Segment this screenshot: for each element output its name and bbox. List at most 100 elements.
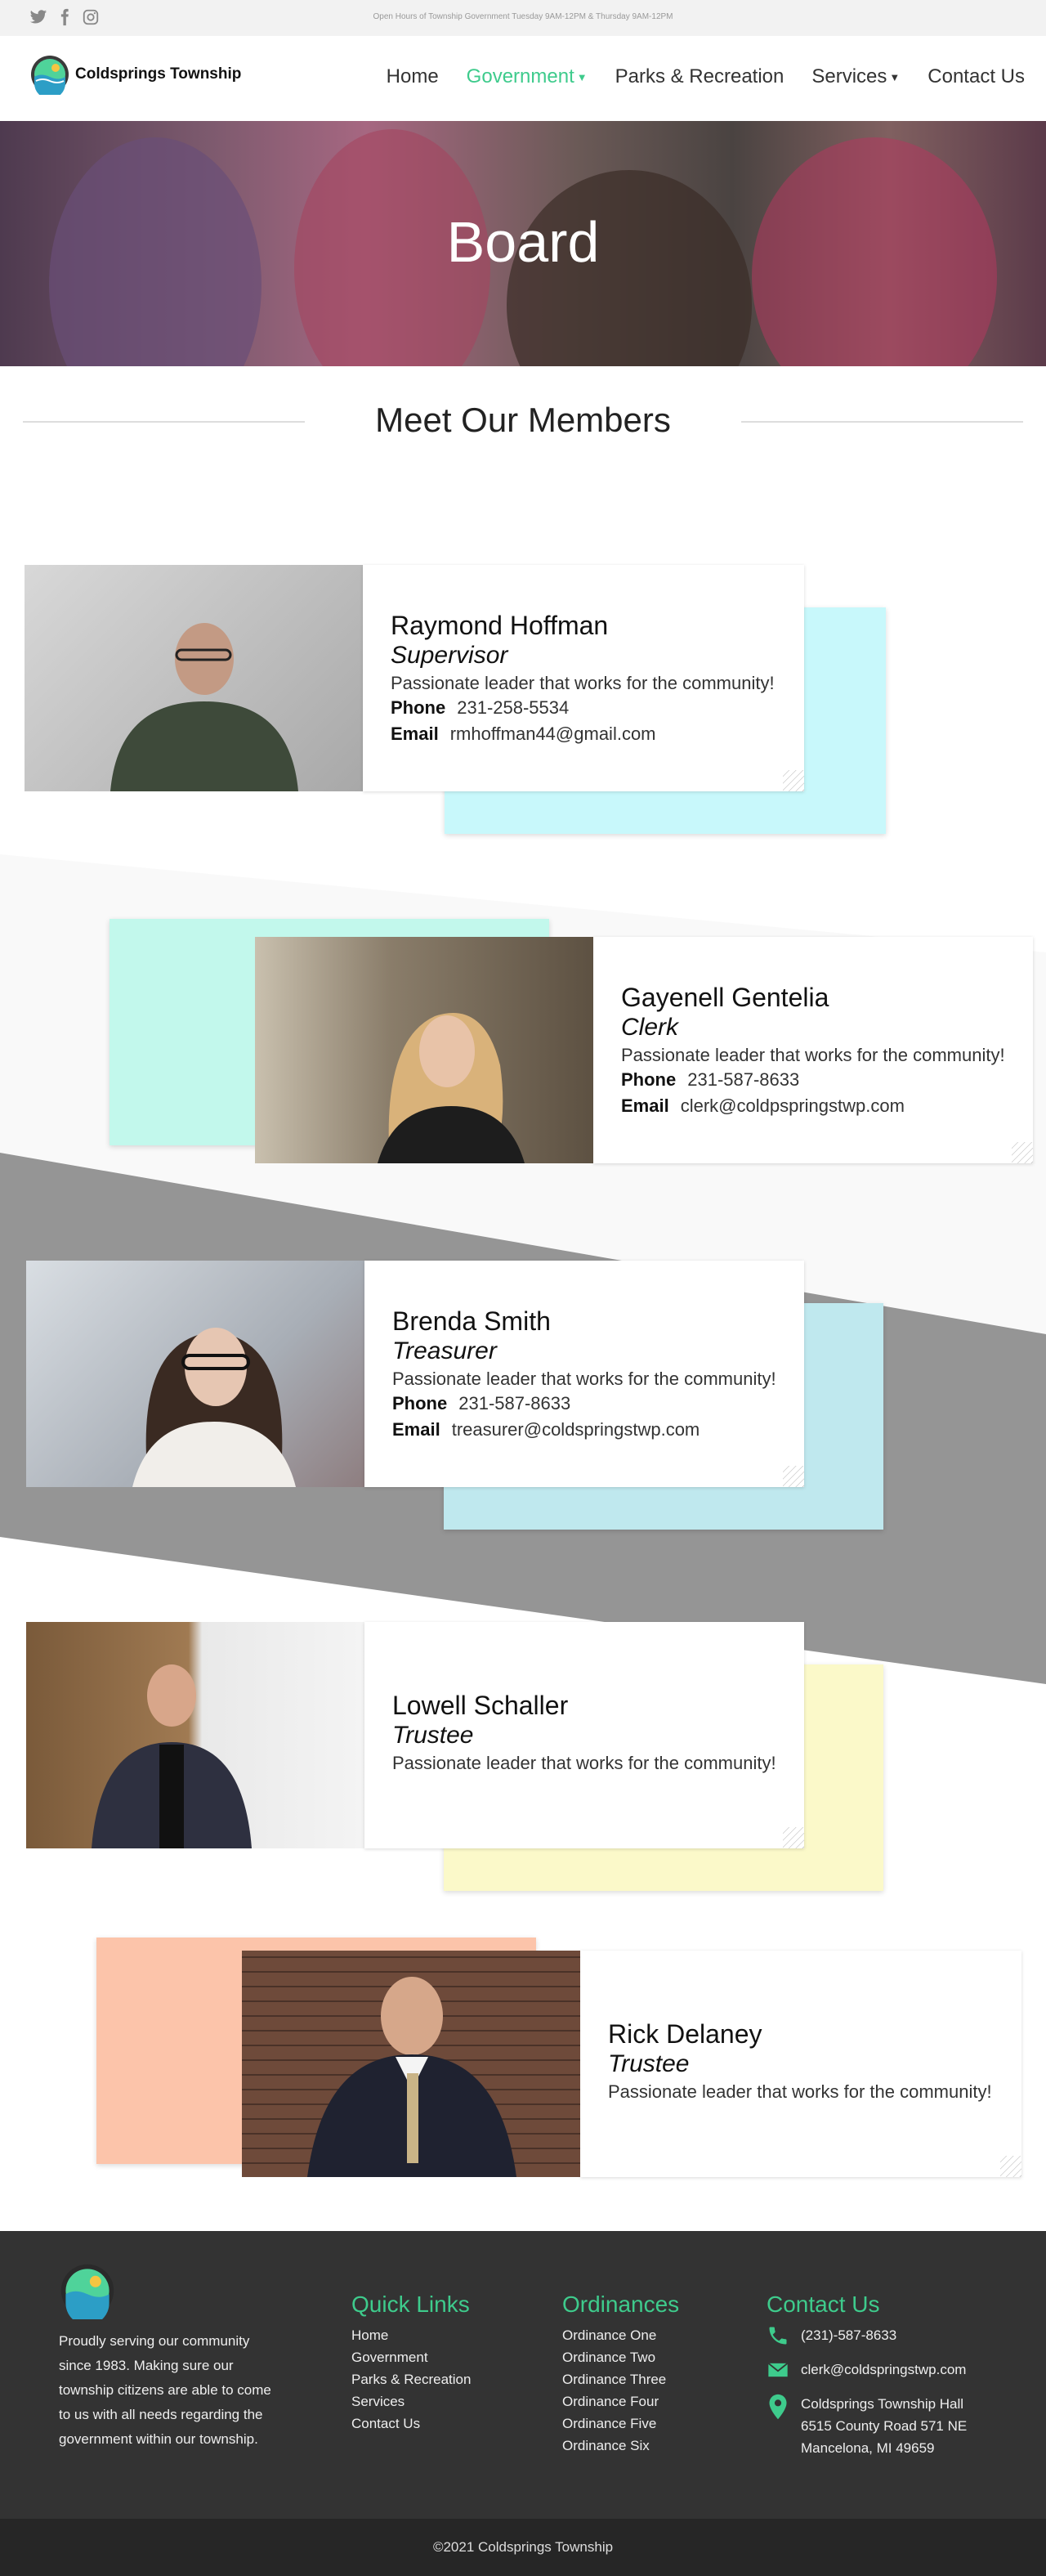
member-name: Lowell Schaller [392, 1691, 569, 1720]
member-role: Supervisor [391, 642, 508, 669]
member-email: Email clerk@coldpspringstwp.com [621, 1095, 905, 1117]
footer-ordinances: Ordinances Ordinance One Ordinance Two O… [562, 2292, 679, 2457]
member-photo [25, 565, 363, 791]
footer-logo-icon [60, 2264, 114, 2319]
site-footer: Proudly serving our community since 1983… [0, 2231, 1046, 2519]
email-value[interactable]: rmhoffman44@gmail.com [450, 724, 656, 744]
section-heading: Meet Our Members [0, 392, 1046, 450]
footer-address-row: Coldsprings Township Hall 6515 County Ro… [767, 2393, 967, 2459]
member-info: Raymond Hoffman Supervisor Passionate le… [363, 565, 804, 791]
township-logo-icon [31, 56, 69, 95]
member-info: Brenda Smith Treasurer Passionate leader… [364, 1261, 804, 1487]
member-info: Rick Delaney Trustee Passionate leader t… [580, 1951, 1021, 2177]
phone-label: Phone [621, 1069, 677, 1090]
footer-about-text: Proudly serving our community since 1983… [59, 2333, 271, 2447]
nav-contact-us[interactable]: Contact Us [928, 65, 1025, 88]
card-corner-decoration [783, 770, 804, 791]
open-hours-text: Open Hours of Township Government Tuesda… [373, 12, 673, 21]
site-logo[interactable]: Coldsprings Township [29, 54, 241, 95]
top-bar: Open Hours of Township Government Tuesda… [0, 0, 1046, 36]
member-role: Treasurer [392, 1337, 497, 1364]
member-photo [26, 1622, 364, 1848]
nav-home[interactable]: Home [387, 65, 439, 88]
footer-link-parks-recreation[interactable]: Parks & Recreation [351, 2368, 471, 2390]
member-info: Lowell Schaller Trustee Passionate leade… [364, 1622, 804, 1848]
card-corner-decoration [1012, 1142, 1033, 1163]
card-corner-decoration [783, 1466, 804, 1487]
footer-address: Coldsprings Township Hall 6515 County Ro… [801, 2393, 967, 2459]
member-phone: Phone 231-587-8633 [392, 1393, 570, 1414]
copyright-text: ©2021 Coldsprings Township [432, 2539, 614, 2555]
footer-link-services[interactable]: Services [351, 2390, 471, 2412]
email-value[interactable]: clerk@coldpspringstwp.com [681, 1095, 905, 1116]
footer-link-government[interactable]: Government [351, 2346, 471, 2368]
phone-value[interactable]: 231-258-5534 [457, 697, 569, 718]
member-description: Passionate leader that works for the com… [391, 673, 775, 693]
member-email: Email treasurer@coldspringstwp.com [392, 1419, 700, 1440]
footer-phone[interactable]: (231)-587-8633 [801, 2324, 896, 2346]
phone-value[interactable]: 231-587-8633 [458, 1393, 570, 1413]
email-icon [767, 2363, 789, 2377]
member-name: Brenda Smith [392, 1306, 551, 1336]
footer-contact: Contact Us (231)-587-8633 clerk@coldspri… [767, 2292, 967, 2471]
member-description: Passionate leader that works for the com… [392, 1753, 776, 1773]
footer-ordinances-title: Ordinances [562, 2292, 680, 2317]
footer-email[interactable]: clerk@coldspringstwp.com [801, 2359, 966, 2381]
footer-quick-links-title: Quick Links [351, 2292, 470, 2317]
nav-government-label: Government [466, 65, 574, 87]
member-role: Clerk [621, 1014, 679, 1041]
hero-banner: Board [0, 121, 1046, 366]
phone-icon [769, 2327, 787, 2345]
member-photo [255, 937, 593, 1163]
member-role: Trustee [392, 1722, 474, 1749]
footer-link-home[interactable]: Home [351, 2324, 471, 2346]
footer-ordinance-link[interactable]: Ordinance Two [562, 2346, 679, 2368]
section-title: Meet Our Members [375, 401, 671, 439]
heading-divider-right [741, 421, 1023, 423]
member-description: Passionate leader that works for the com… [621, 1045, 1005, 1065]
chevron-down-icon: ▼ [576, 71, 588, 84]
email-value[interactable]: treasurer@coldspringstwp.com [452, 1419, 700, 1440]
footer-quick-links: Quick Links Home Government Parks & Recr… [351, 2292, 471, 2435]
member-email: Email rmhoffman44@gmail.com [391, 724, 656, 745]
footer-address-line: 6515 County Road 571 NE [801, 2418, 968, 2434]
phone-label: Phone [391, 697, 446, 718]
email-label: Email [391, 724, 439, 744]
phone-value[interactable]: 231-587-8633 [687, 1069, 799, 1090]
email-label: Email [621, 1095, 669, 1116]
site-name: Coldsprings Township [75, 65, 242, 83]
footer-link-contact-us[interactable]: Contact Us [351, 2412, 471, 2435]
phone-label: Phone [392, 1393, 448, 1413]
page-title: Board [446, 210, 600, 274]
footer-ordinance-link[interactable]: Ordinance Four [562, 2390, 679, 2412]
main-nav: Home Government ▼ Parks & Recreation Serv… [387, 65, 1025, 88]
member-description: Passionate leader that works for the com… [608, 2081, 992, 2102]
card-corner-decoration [1000, 2156, 1021, 2177]
footer-ordinance-link[interactable]: Ordinance Five [562, 2412, 679, 2435]
footer-address-line: Coldsprings Township Hall [801, 2396, 964, 2412]
footer-ordinance-link[interactable]: Ordinance Six [562, 2435, 679, 2457]
footer-address-line: Mancelona, MI 49659 [801, 2440, 935, 2456]
member-name: Rick Delaney [608, 2019, 762, 2049]
location-pin-icon [769, 2394, 787, 2420]
member-photo [242, 1951, 580, 2177]
member-role: Trustee [608, 2050, 690, 2077]
footer-phone-row: (231)-587-8633 [767, 2324, 967, 2347]
member-phone: Phone 231-258-5534 [391, 697, 569, 719]
email-label: Email [392, 1419, 440, 1440]
nav-parks-recreation[interactable]: Parks & Recreation [615, 65, 784, 88]
member-description: Passionate leader that works for the com… [392, 1369, 776, 1389]
member-photo [26, 1261, 364, 1487]
footer-contact-title: Contact Us [767, 2292, 880, 2317]
chevron-down-icon: ▼ [889, 71, 901, 84]
member-phone: Phone 231-587-8633 [621, 1069, 799, 1091]
footer-ordinance-link[interactable]: Ordinance One [562, 2324, 679, 2346]
nav-services[interactable]: Services ▼ [811, 65, 900, 88]
nav-government[interactable]: Government ▼ [467, 65, 588, 88]
card-corner-decoration [783, 1827, 804, 1848]
footer-email-row: clerk@coldspringstwp.com [767, 2359, 967, 2381]
copyright-bar: ©2021 Coldsprings Township [0, 2519, 1046, 2576]
member-info: Gayenell Gentelia Clerk Passionate leade… [593, 937, 1033, 1163]
footer-ordinance-link[interactable]: Ordinance Three [562, 2368, 679, 2390]
nav-services-label: Services [811, 65, 887, 87]
